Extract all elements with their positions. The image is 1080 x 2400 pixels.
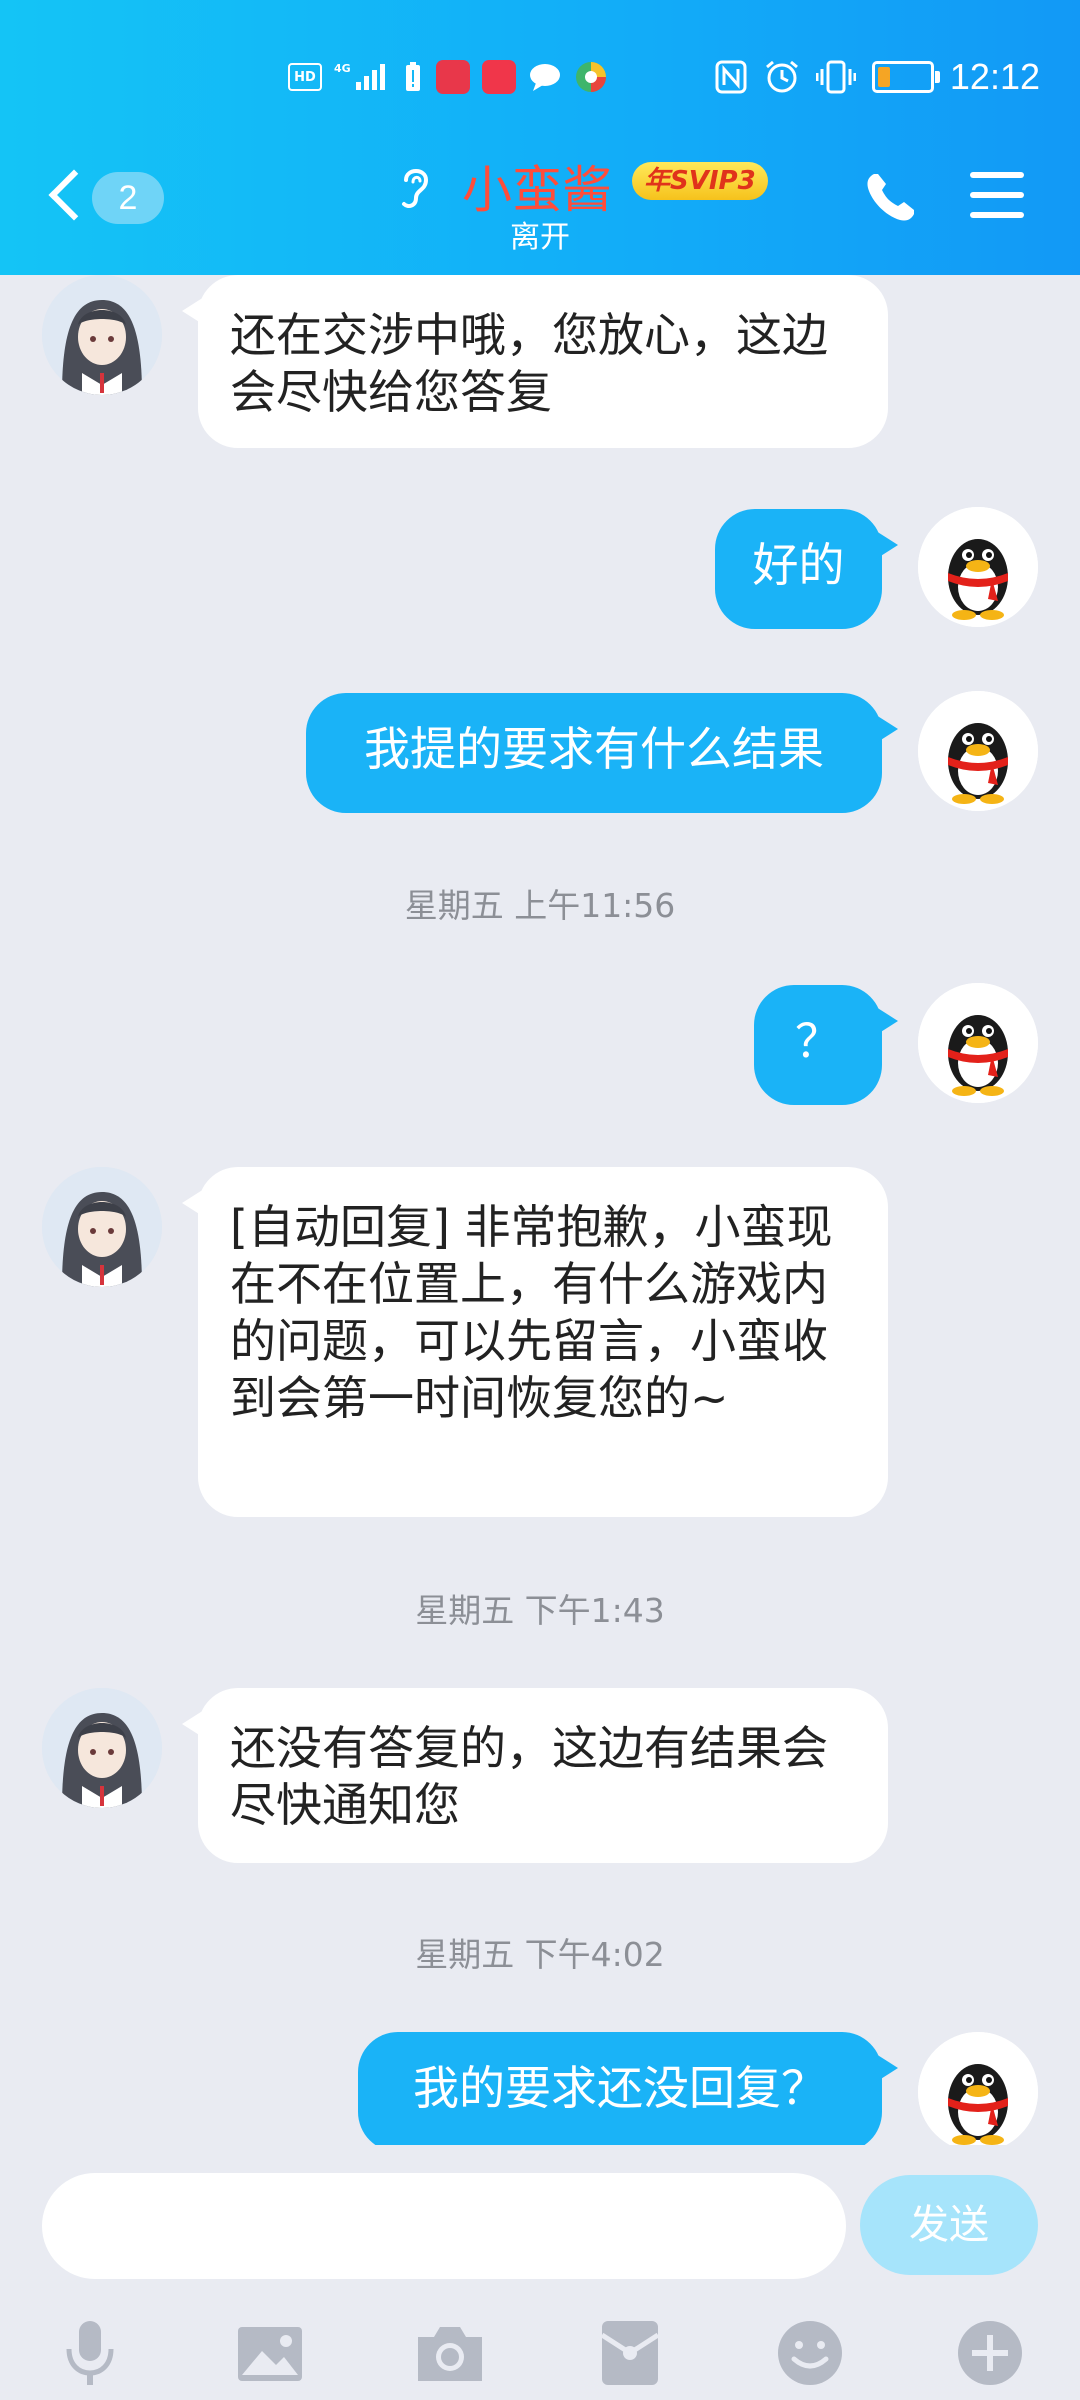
message-bubble-outgoing[interactable]: 我的要求还没回复？ [358, 2032, 898, 2145]
self-avatar[interactable] [918, 983, 1038, 1103]
message-input[interactable] [42, 2173, 846, 2279]
message-bubble-incoming[interactable]: 还在交涉中哦，您放心，这边会尽快给您答复 [182, 275, 888, 448]
microphone-icon[interactable] [52, 2315, 128, 2391]
battery-level [877, 67, 891, 87]
earpiece-mode-icon[interactable] [396, 160, 436, 212]
status-bar: HD 4G 12:12 [0, 48, 1080, 108]
camera-icon[interactable] [412, 2315, 488, 2391]
input-bar: 发送 [0, 2145, 1080, 2400]
status-left-icons: HD 4G [288, 60, 608, 94]
contact-avatar[interactable] [42, 1167, 162, 1287]
chat-header: HD 4G 12:12 2 小蛮酱 年SVIP3 离开 [0, 0, 1080, 275]
message-bubble-outgoing[interactable]: ？ [754, 985, 898, 1105]
browser-icon [574, 60, 608, 94]
clock: 12:12 [949, 56, 1040, 97]
hd-icon: HD [288, 63, 322, 91]
self-avatar[interactable] [918, 2032, 1038, 2145]
message-timestamp: 星期五 上午11:56 [404, 886, 676, 925]
phone-icon[interactable] [862, 168, 920, 226]
chat-bubble-icon [528, 60, 562, 94]
message-timestamp: 星期五 下午4:02 [415, 1935, 665, 1974]
contact-avatar[interactable] [42, 1688, 162, 1808]
svip-badge: 年SVIP3 [632, 162, 768, 200]
huawei-app-icon [436, 60, 470, 94]
message-bubble-outgoing[interactable]: 好的 [715, 509, 898, 629]
self-avatar[interactable] [918, 691, 1038, 811]
4g-signal-icon: 4G [334, 60, 390, 94]
input-toolbar [0, 2315, 1080, 2395]
battery-alert-icon [402, 60, 424, 94]
contact-avatar[interactable] [42, 275, 162, 395]
message-list[interactable]: 还在交涉中哦，您放心，这边会尽快给您答复 好的 我提的要求有什么结果 星期五 上… [0, 275, 1080, 2145]
message-bubble-outgoing[interactable]: 我提的要求有什么结果 [306, 693, 898, 813]
auto-reply-bubble[interactable]: [自动回复] 非常抱歉，小蛮现在不在位置上，有什么游戏内的问题，可以先留言，小蛮… [182, 1167, 888, 1517]
alarm-icon [765, 60, 798, 93]
shop-app-icon [482, 60, 516, 94]
vibrate-icon [815, 60, 856, 94]
message-timestamp: 星期五 下午1:43 [415, 1591, 665, 1630]
battery-icon [871, 61, 940, 93]
svg-text:4G: 4G [334, 62, 351, 75]
send-button[interactable]: 发送 [860, 2175, 1038, 2275]
image-icon[interactable] [232, 2315, 308, 2391]
self-avatar[interactable] [918, 507, 1038, 627]
status-right-icons: 12:12 [714, 56, 1040, 98]
nfc-icon [715, 60, 747, 94]
message-bubble-incoming[interactable]: 还没有答复的，这边有结果会尽快通知您 [182, 1688, 888, 1863]
emoji-icon[interactable] [772, 2315, 848, 2391]
plus-icon[interactable] [952, 2315, 1028, 2391]
red-packet-icon[interactable] [592, 2315, 668, 2391]
menu-icon[interactable] [970, 172, 1024, 218]
